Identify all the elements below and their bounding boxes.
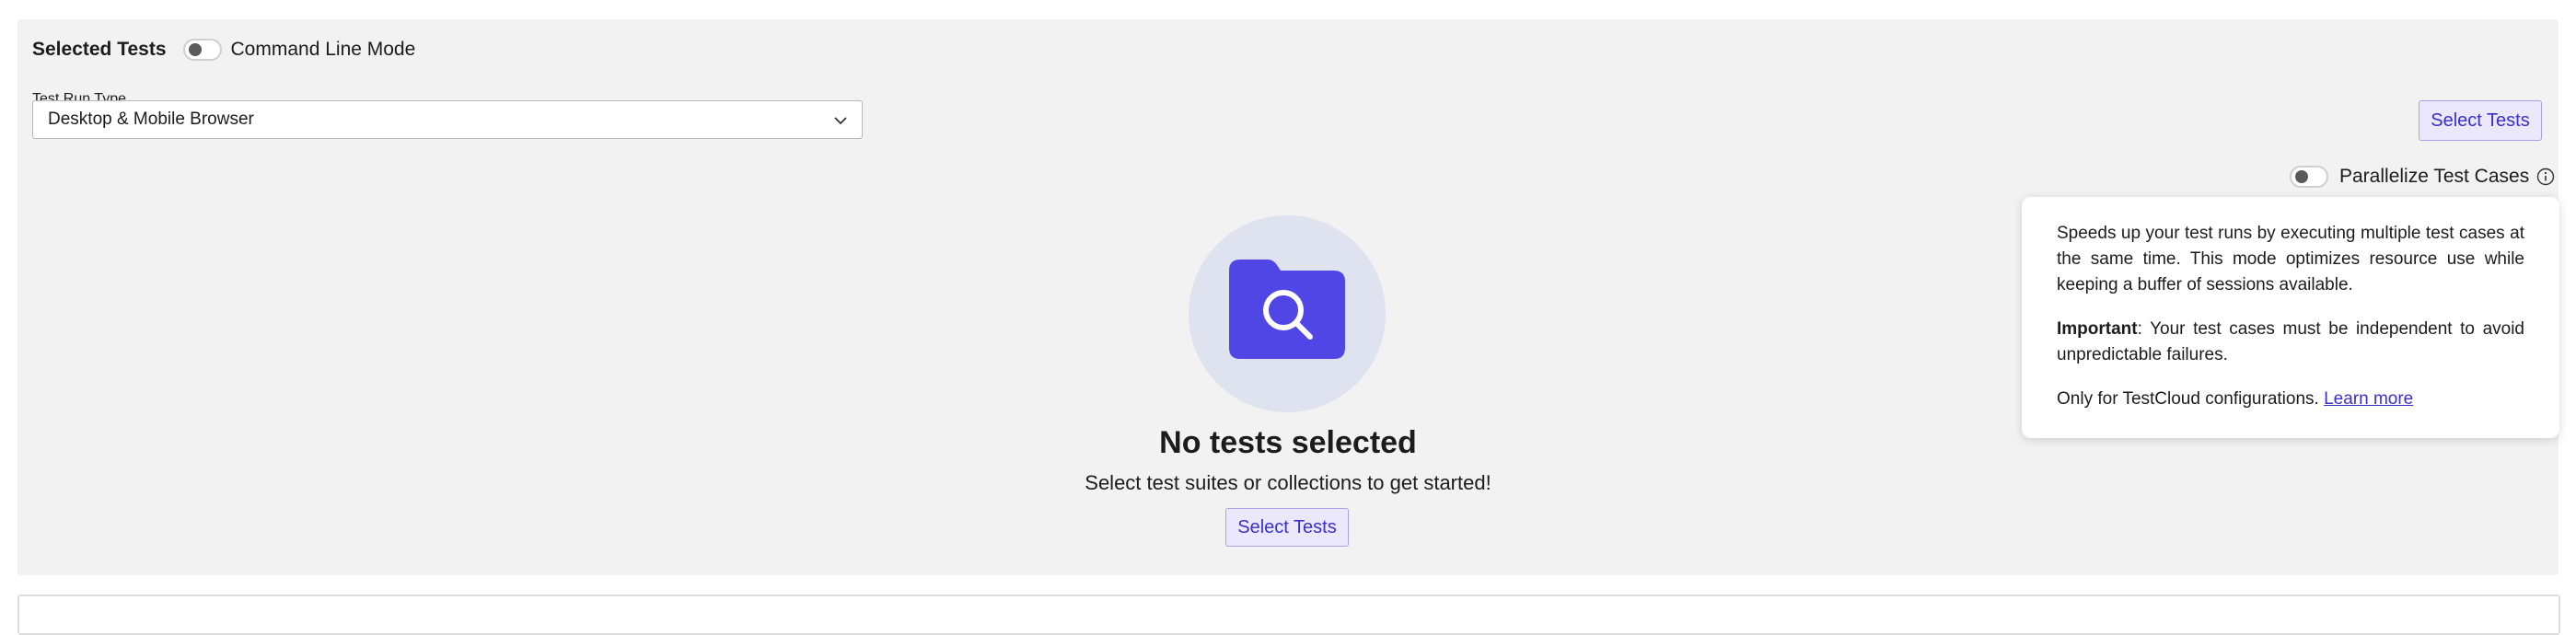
select-tests-button-empty-state[interactable]: Select Tests (1225, 508, 1349, 547)
section-title: Selected Tests (32, 39, 167, 60)
empty-state-subtitle: Select test suites or collections to get… (1085, 471, 1491, 494)
parallelize-label: Parallelize Test Cases (2339, 166, 2530, 187)
toggle-knob (188, 43, 202, 56)
tooltip-footer-text: Only for TestCloud configurations. (2057, 389, 2319, 409)
lower-card (17, 595, 2560, 635)
selected-tests-panel: Selected Tests Command Line Mode Test Ru… (17, 19, 2559, 575)
parallelize-row: Parallelize Test Cases (2290, 166, 2555, 188)
info-icon[interactable] (2536, 167, 2555, 186)
parallelize-tooltip: Speeds up your test runs by executing mu… (2022, 197, 2559, 438)
command-line-mode-toggle[interactable] (182, 39, 222, 61)
tooltip-important-label: Important (2057, 319, 2138, 339)
empty-state-title: No tests selected (1159, 425, 1417, 460)
folder-search-icon (1189, 215, 1386, 412)
test-run-type-value: Desktop & Mobile Browser (48, 110, 254, 129)
tooltip-description: Speeds up your test runs by executing mu… (2057, 224, 2524, 294)
select-tests-button[interactable]: Select Tests (2419, 100, 2542, 141)
parallelize-toggle[interactable] (2290, 166, 2328, 188)
tooltip-footer: Only for TestCloud configurations. Learn… (2057, 387, 2524, 412)
test-run-type-select[interactable]: Desktop & Mobile Browser (32, 100, 863, 139)
learn-more-link[interactable]: Learn more (2324, 389, 2413, 409)
chevron-down-icon (834, 117, 847, 125)
header-row: Selected Tests Command Line Mode (32, 31, 415, 68)
toggle-knob (2295, 170, 2308, 183)
command-line-mode-label: Command Line Mode (230, 39, 416, 60)
tooltip-important: Important: Your test cases must be indep… (2057, 317, 2524, 368)
